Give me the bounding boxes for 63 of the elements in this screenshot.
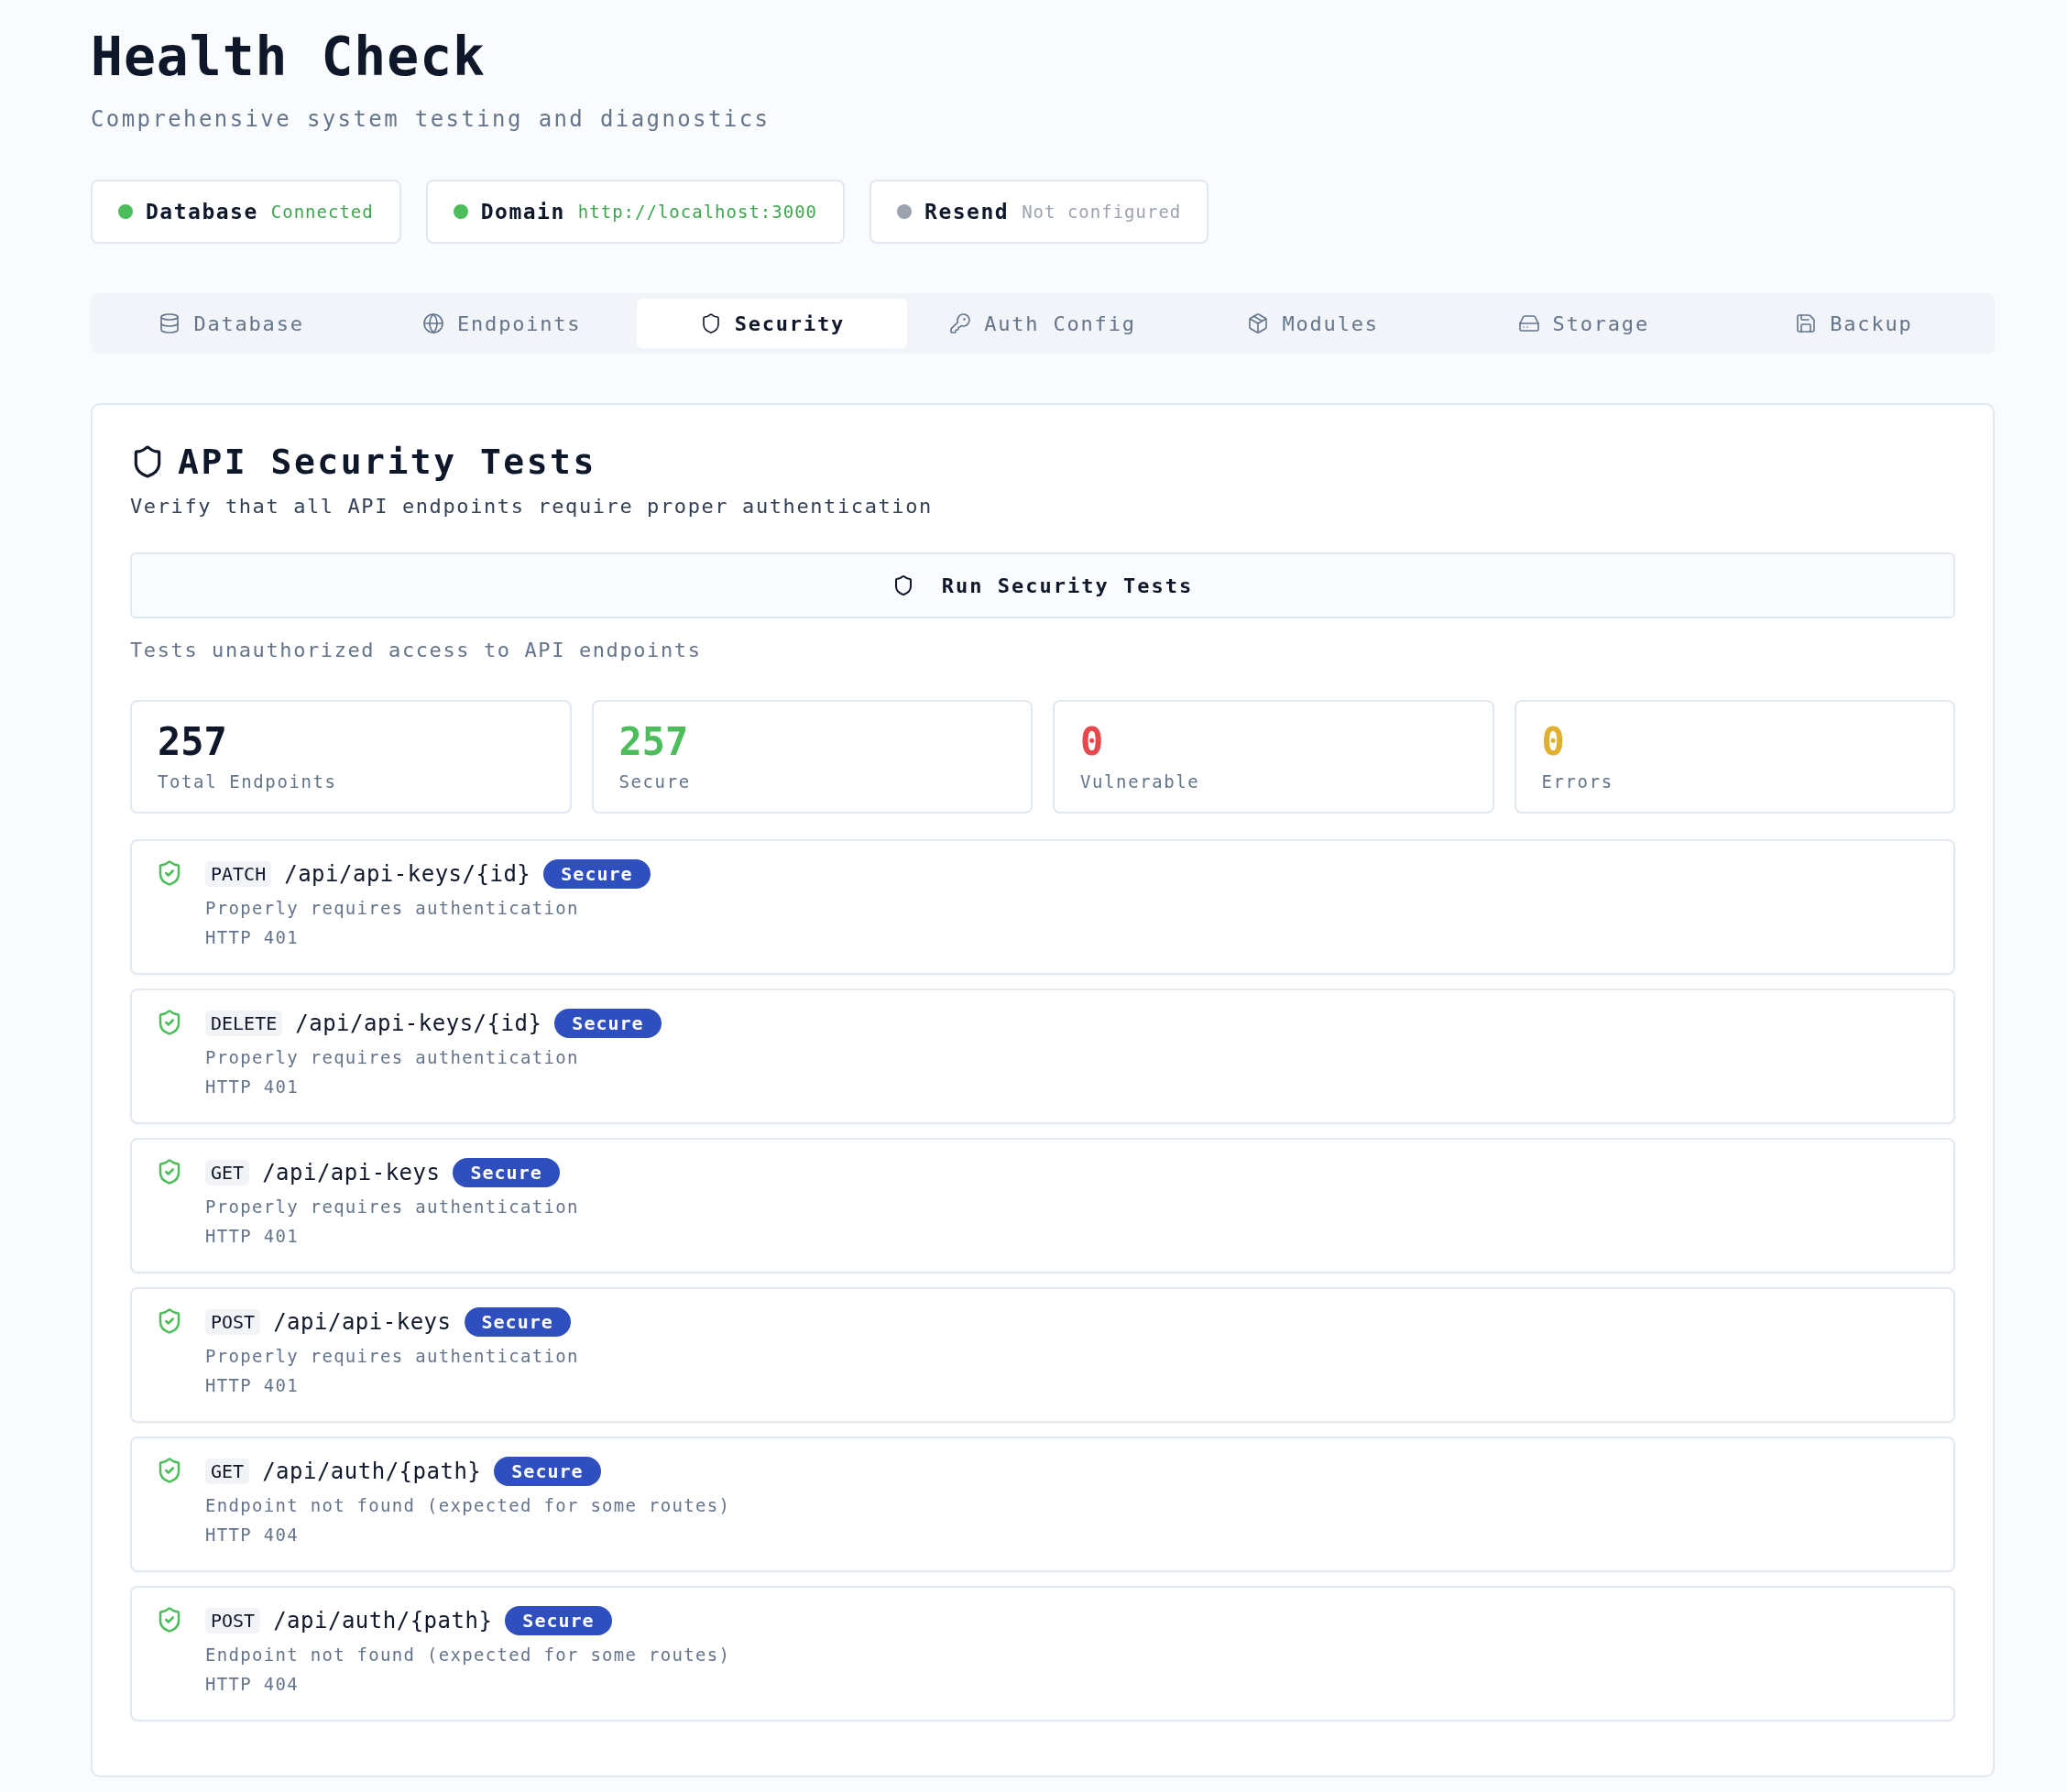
http-status: HTTP 401	[205, 1076, 300, 1097]
service-status: http://localhost:3000	[577, 202, 818, 222]
status-badge: Secure	[505, 1606, 612, 1635]
result-message: Endpoint not found (expected for some routes)	[205, 1644, 731, 1665]
stat-label: Secure	[618, 771, 692, 792]
status-badge: Secure	[494, 1457, 601, 1486]
status-badge: Secure	[543, 859, 651, 889]
http-method: DELETE	[205, 1011, 283, 1036]
result-message: Properly requires authentication	[205, 1346, 579, 1366]
result-message: Properly requires authentication	[205, 898, 580, 918]
panel-description: Verify that all API endpoints require proper authentication	[130, 495, 934, 518]
service-name: Domain	[480, 200, 565, 224]
stat-value: 257	[618, 718, 690, 766]
key-icon	[949, 312, 972, 334]
stat-value: 0	[1541, 718, 1566, 766]
tab[interactable]: Database	[96, 299, 367, 348]
status-badge: Secure	[464, 1307, 571, 1337]
http-status: HTTP 401	[205, 1226, 300, 1246]
endpoint-path: /api/auth/{path}	[273, 1608, 493, 1634]
stat-value: 257	[158, 718, 228, 766]
service-name: Resend	[924, 200, 1010, 224]
run-tests-button[interactable]: Run Security Tests	[130, 552, 1955, 618]
globe-icon	[422, 312, 444, 334]
result-message: Properly requires authentication	[205, 1196, 579, 1217]
http-method: PATCH	[205, 861, 272, 887]
endpoint-path: /api/api-keys/{id}	[284, 861, 531, 887]
endpoint-path: /api/api-keys	[273, 1309, 452, 1335]
http-status: HTTP 401	[205, 1375, 300, 1395]
http-method: POST	[205, 1309, 261, 1335]
endpoint-path: /api/auth/{path}	[262, 1459, 482, 1484]
panel-title: API Security Tests	[178, 442, 596, 482]
tab[interactable]: Modules	[1177, 299, 1449, 348]
package-icon	[1247, 312, 1270, 334]
http-status: HTTP 404	[205, 1674, 300, 1694]
tab[interactable]: Storage	[1448, 299, 1719, 348]
endpoint-path: /api/api-keys	[262, 1160, 441, 1186]
page-title: Health Check	[91, 25, 487, 90]
http-method: GET	[205, 1160, 250, 1186]
http-status: HTTP 404	[205, 1524, 300, 1545]
endpoint-path: /api/api-keys/{id}	[295, 1011, 542, 1036]
service-status: Not configured	[1022, 202, 1182, 222]
result-message: Endpoint not found (expected for some routes)	[205, 1495, 731, 1515]
service-name: Database	[146, 200, 258, 224]
stat-value: 0	[1080, 718, 1105, 766]
status-badge: Secure	[453, 1158, 560, 1187]
http-status: HTTP 401	[205, 927, 300, 947]
page-subtitle: Comprehensive system testing and diagnostics	[91, 106, 771, 132]
service-status: Connected	[270, 202, 374, 222]
stat-label: Vulnerable	[1080, 771, 1201, 792]
tab[interactable]: Security	[637, 299, 908, 348]
tab[interactable]: Auth Config	[907, 299, 1178, 348]
http-method: POST	[205, 1608, 261, 1634]
save-icon	[1795, 312, 1818, 334]
http-method: GET	[205, 1459, 250, 1484]
stat-label: Errors	[1541, 771, 1614, 792]
hard-drive-icon	[1517, 312, 1540, 334]
run-hint: Tests unauthorized access to API endpoints	[130, 639, 703, 661]
tab[interactable]: Backup	[1718, 299, 1989, 348]
result-message: Properly requires authentication	[205, 1047, 580, 1067]
status-badge: Secure	[554, 1009, 662, 1038]
stat-label: Total Endpoints	[158, 771, 338, 792]
tab[interactable]: Endpoints	[366, 299, 638, 348]
database-icon	[159, 312, 181, 334]
